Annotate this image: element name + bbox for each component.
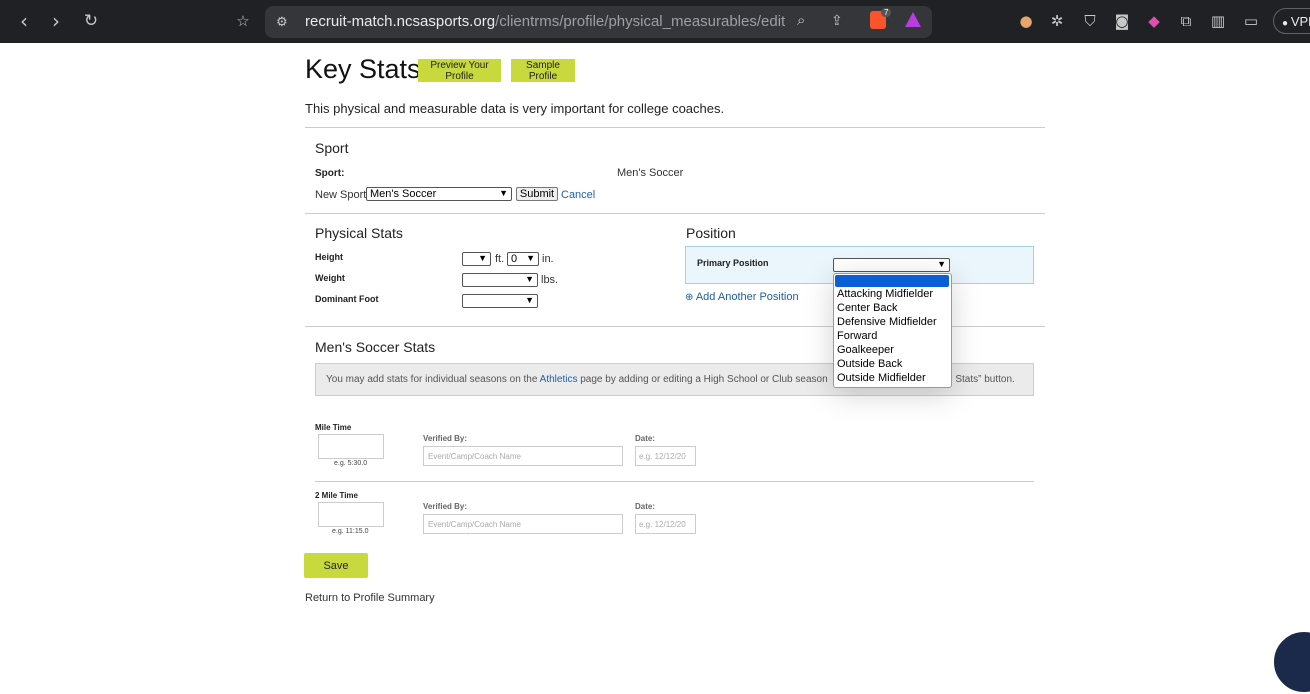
cancel-link[interactable]: Cancel [561, 189, 595, 201]
mile-time-hint: e.g. 5:30.0 [334, 460, 368, 467]
position-option[interactable]: Forward [837, 330, 877, 342]
back-icon[interactable]: ‹ [13, 10, 35, 32]
mile-verified-label: Verified By: [423, 434, 468, 443]
camera-extension-icon[interactable]: ◙ [1112, 11, 1132, 31]
return-to-profile-link[interactable]: Return to Profile Summary [305, 592, 435, 604]
weight-select[interactable]: ▼ [462, 273, 538, 287]
position-option[interactable]: Outside Midfielder [837, 372, 926, 384]
weight-label: Weight [315, 273, 345, 283]
color-extension-icon[interactable]: ◆ [1144, 11, 1164, 31]
save-button[interactable]: Save [304, 553, 368, 578]
bookmark-icon[interactable]: ☆ [232, 10, 254, 32]
site-settings-icon[interactable]: ⚙ [276, 14, 288, 30]
zoom-icon[interactable]: ⌕ [797, 12, 805, 29]
two-mile-verified-label: Verified By: [423, 502, 468, 511]
divider [305, 213, 1045, 214]
vpn-button[interactable]: ● VPN [1273, 8, 1310, 34]
position-option[interactable]: Center Back [837, 302, 898, 314]
position-heading: Position [686, 225, 736, 241]
wallet-icon[interactable]: ▭ [1241, 11, 1261, 31]
position-option[interactable]: Defensive Midfielder [837, 316, 937, 328]
page-title: Key Stats [305, 54, 421, 84]
chevron-down-icon: ▼ [525, 274, 534, 284]
chevron-down-icon: ▼ [526, 253, 535, 263]
mile-date-label: Date: [635, 434, 656, 443]
physical-stats-heading: Physical Stats [315, 225, 403, 241]
url-text[interactable]: recruit-match.ncsasports.org/clientrms/p… [305, 13, 785, 30]
sport-value: Men's Soccer [617, 167, 684, 179]
chevron-down-icon: ▼ [478, 253, 487, 263]
sidebar-icon[interactable]: ▥ [1208, 11, 1228, 31]
cookie-extension-icon[interactable]: ● [1016, 11, 1036, 31]
chevron-down-icon: ▼ [525, 295, 534, 305]
position-dropdown-list: Attacking Midfielder Center Back Defensi… [833, 273, 952, 388]
sample-profile-button[interactable]: Sample Profile [511, 59, 575, 82]
height-inches-select[interactable]: 0 ▼ [507, 252, 539, 266]
shield-count-badge: 7 [881, 8, 892, 17]
new-sport-label: New Sport: [315, 189, 370, 201]
preview-profile-button[interactable]: Preview Your Profile [418, 59, 501, 82]
two-mile-time-label: 2 Mile Time [315, 491, 358, 500]
rewards-icon[interactable] [905, 12, 921, 27]
mile-verified-input[interactable]: Event/Camp/Coach Name [423, 446, 623, 466]
two-mile-verified-input[interactable]: Event/Camp/Coach Name [423, 514, 623, 534]
two-mile-time-hint: e.g. 11:15.0 [332, 528, 369, 535]
mile-time-input[interactable] [318, 434, 384, 459]
height-label: Height [315, 252, 343, 262]
vpn-icon: ● [1282, 18, 1291, 29]
divider [305, 127, 1045, 128]
mile-date-input[interactable]: e.g. 12/12/20 [635, 446, 696, 466]
athletics-link[interactable]: Athletics [540, 374, 578, 385]
inches-unit: in. [542, 253, 554, 265]
shield-extension-icon[interactable]: ⛉ [1080, 11, 1100, 31]
weight-unit: lbs. [541, 274, 559, 286]
intro-text: This physical and measurable data is ver… [305, 101, 725, 116]
two-mile-time-input[interactable] [318, 502, 384, 527]
reload-icon[interactable]: ↻ [80, 10, 102, 32]
chat-widget-button[interactable] [1272, 630, 1310, 694]
position-option[interactable]: Outside Back [837, 358, 902, 370]
forward-icon[interactable]: › [45, 10, 67, 32]
soccer-stats-heading: Men's Soccer Stats [315, 339, 436, 355]
address-bar[interactable]: ⚙ recruit-match.ncsasports.org/clientrms… [265, 6, 932, 38]
share-icon[interactable]: ⇪ [831, 12, 843, 29]
sport-label: Sport: [315, 168, 345, 179]
extensions-puzzle-icon[interactable]: ⧉ [1176, 11, 1196, 31]
chevron-down-icon: ▼ [937, 259, 946, 269]
position-option[interactable]: Attacking Midfielder [837, 288, 933, 300]
chevron-down-icon: ▼ [499, 188, 508, 198]
sport-heading: Sport [315, 140, 349, 156]
dominant-foot-label: Dominant Foot [315, 294, 379, 304]
primary-position-label: Primary Position [697, 258, 769, 268]
dominant-foot-select[interactable]: ▼ [462, 294, 538, 308]
new-sport-select[interactable]: Men's Soccer ▼ [366, 187, 512, 201]
add-another-position-link[interactable]: ⊕ Add Another Position [685, 291, 799, 303]
two-mile-date-input[interactable]: e.g. 12/12/20 [635, 514, 696, 534]
submit-sport-button[interactable]: Submit [516, 187, 558, 201]
bug-extension-icon[interactable]: ✲ [1047, 11, 1067, 31]
height-feet-select[interactable]: ▼ [462, 252, 491, 266]
divider [315, 481, 1034, 482]
feet-unit: ft. [495, 253, 505, 265]
browser-toolbar: ‹ › ↻ ☆ ⚙ recruit-match.ncsasports.org/c… [0, 0, 1310, 43]
plus-circle-icon: ⊕ [685, 292, 694, 303]
highlighted-empty-option[interactable] [835, 275, 949, 287]
mile-time-label: Mile Time [315, 423, 352, 432]
primary-position-select[interactable]: ▼ [833, 258, 950, 272]
position-option[interactable]: Goalkeeper [837, 344, 894, 356]
two-mile-date-label: Date: [635, 502, 656, 511]
